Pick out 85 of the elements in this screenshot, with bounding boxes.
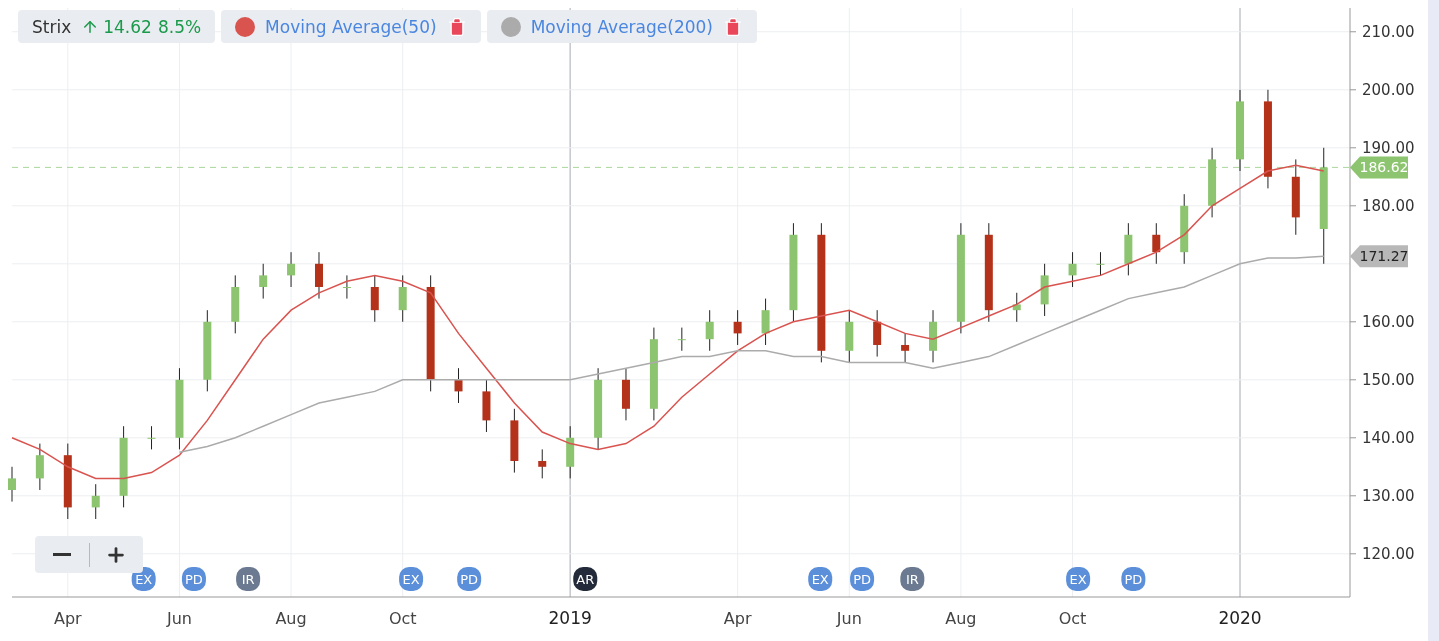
candlestick	[901, 332, 910, 363]
candlestick	[761, 298, 770, 346]
event-marker[interactable]: PD	[457, 567, 482, 591]
candlestick	[1180, 193, 1189, 265]
y-axis-label: 120.00	[1362, 544, 1415, 563]
annotation: PD	[853, 572, 872, 587]
event-marker[interactable]: AR	[573, 567, 598, 591]
candlestick	[1124, 222, 1133, 276]
percent-change: 8.5%	[157, 16, 202, 37]
event-marker[interactable]: EX	[1066, 567, 1091, 591]
event-marker[interactable]: EX	[399, 567, 424, 591]
price-change: 14.62	[103, 16, 152, 37]
candlestick	[677, 327, 686, 352]
candlestick	[1068, 251, 1077, 288]
x-axis-label: 2019	[548, 608, 592, 628]
candlestick	[454, 367, 463, 404]
candlestick	[873, 309, 882, 358]
candlestick	[566, 425, 575, 479]
annotation: IR	[241, 572, 255, 587]
x-axis-label: Jun	[836, 609, 862, 628]
candlestick	[510, 408, 519, 474]
x-axis-label: Oct	[388, 609, 417, 628]
delete-button[interactable]	[723, 16, 743, 37]
indicator-label[interactable]: Moving Average(200)	[530, 16, 713, 37]
candlestick	[398, 274, 407, 323]
y-axis-label: 130.00	[1362, 486, 1415, 505]
candlestick	[1040, 263, 1049, 317]
candlestick	[733, 309, 742, 346]
y-axis-label: 140.00	[1362, 428, 1415, 447]
candlestick	[845, 309, 854, 363]
candlestick	[35, 443, 44, 491]
annotation: PD	[1124, 572, 1143, 587]
event-marker[interactable]: EX	[808, 567, 833, 591]
candlestick	[8, 466, 16, 503]
candlestick	[231, 274, 240, 334]
event-marker[interactable]: IR	[900, 567, 925, 591]
candlestick	[91, 483, 100, 520]
candlestick	[929, 309, 938, 363]
candlestick	[1012, 292, 1021, 323]
candlestick	[538, 448, 547, 479]
annotation: EX	[135, 572, 153, 587]
x-axis-label: Aug	[945, 609, 977, 628]
candlestick	[1208, 147, 1217, 218]
x-axis-label: Apr	[723, 609, 752, 628]
y-axis-label: 190.00	[1362, 138, 1415, 157]
y-axis-label: 180.00	[1362, 196, 1415, 215]
delete-button[interactable]	[446, 16, 467, 37]
x-axis-label: Oct	[1058, 609, 1087, 628]
y-axis-label: 150.00	[1362, 370, 1415, 389]
y-axis-label: 160.00	[1362, 312, 1415, 331]
x-axis-label: Jun	[166, 609, 192, 628]
annotation: EX	[811, 572, 829, 587]
candlestick	[482, 379, 491, 433]
annotation: AR	[576, 572, 595, 587]
price-tag: 171.27	[1350, 245, 1409, 268]
candlestick	[1152, 222, 1161, 265]
event-marker[interactable]: PD	[181, 567, 206, 591]
indicator-label[interactable]: Moving Average(50)	[265, 16, 437, 37]
x-axis-label: 2020	[1218, 608, 1262, 628]
event-marker[interactable]: PD	[850, 567, 875, 591]
candlestick	[315, 251, 323, 300]
annotation: EX	[1069, 572, 1087, 587]
y-axis-label: 200.00	[1362, 80, 1415, 99]
candlestick	[342, 274, 351, 300]
x-axis-label: Apr	[53, 609, 82, 628]
annotation: EX	[402, 572, 420, 587]
event-marker[interactable]: PD	[1121, 567, 1146, 591]
candlestick	[1096, 251, 1105, 276]
candlestick	[147, 425, 156, 450]
candlestick	[287, 251, 296, 288]
annotation: PD	[460, 572, 479, 587]
trash-icon	[723, 16, 743, 37]
x-axis-label: Aug	[275, 609, 307, 628]
trash-icon	[446, 16, 467, 37]
y-axis-label: 210.00	[1362, 22, 1415, 41]
candlestick	[370, 274, 379, 323]
candlestick	[621, 367, 630, 421]
annotation: IR	[905, 572, 919, 587]
minus-icon	[52, 553, 71, 556]
candlestick	[259, 263, 268, 300]
event-marker[interactable]: IR	[236, 567, 261, 591]
candlestick	[705, 309, 714, 352]
price-tag: 186.62	[1350, 156, 1409, 179]
annotation: PD	[185, 572, 203, 587]
symbol-label: Strix	[32, 16, 72, 37]
